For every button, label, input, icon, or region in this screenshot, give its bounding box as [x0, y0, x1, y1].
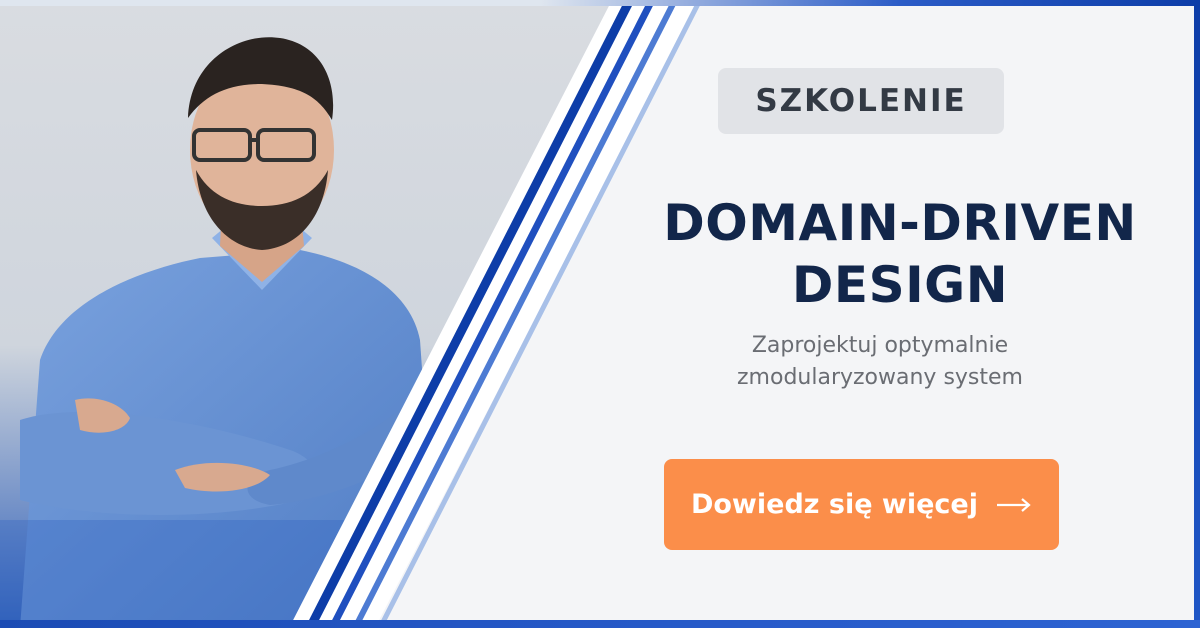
course-subtitle: Zaprojektuj optymalnie zmodularyzowany s… — [600, 330, 1160, 394]
top-border — [0, 0, 1200, 6]
course-title-line-2: DESIGN — [791, 256, 1009, 314]
category-badge: SZKOLENIE — [718, 68, 1004, 134]
learn-more-label: Dowiedz się więcej — [690, 489, 979, 520]
course-title: DOMAIN-DRIVEN DESIGN — [600, 192, 1200, 316]
course-subtitle-line-2: zmodularyzowany system — [737, 365, 1023, 390]
bottom-border — [0, 620, 1200, 628]
course-subtitle-line-1: Zaprojektuj optymalnie — [751, 333, 1009, 358]
arrow-right-icon — [996, 497, 1032, 513]
learn-more-button[interactable]: Dowiedz się więcej — [664, 459, 1059, 550]
promo-banner: SZKOLENIE DOMAIN-DRIVEN DESIGN Zaprojekt… — [0, 0, 1200, 628]
course-title-line-1: DOMAIN-DRIVEN — [663, 194, 1137, 252]
